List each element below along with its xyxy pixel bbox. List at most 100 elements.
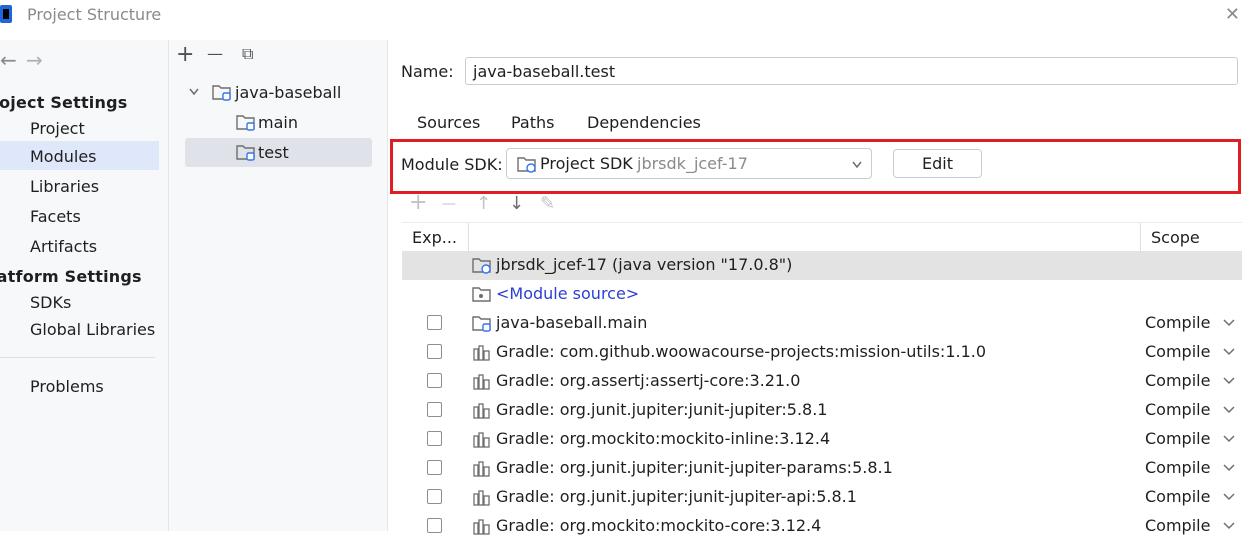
tree-item-main[interactable]: main	[258, 113, 298, 132]
dependency-scope[interactable]: Compile	[1145, 458, 1210, 477]
scope-column-header[interactable]: Scope	[1151, 228, 1200, 247]
dependency-row[interactable]: Gradle: org.assertj:assertj-core:3.21.0 C…	[402, 367, 1242, 396]
add-module-icon[interactable]: +	[176, 42, 194, 67]
dependency-row[interactable]: Gradle: org.mockito:mockito-core:3.12.4 C…	[402, 512, 1242, 541]
library-icon	[473, 403, 490, 419]
tab-paths[interactable]: Paths	[511, 113, 554, 132]
library-icon	[473, 519, 490, 535]
remove-module-icon[interactable]: —	[207, 44, 223, 63]
move-up-icon[interactable]: ↑	[476, 193, 491, 214]
dependency-name: Gradle: org.mockito:mockito-inline:3.12.…	[496, 429, 831, 448]
module-folder-icon	[472, 316, 491, 332]
chevron-down-icon[interactable]	[1222, 432, 1236, 446]
sdk-value: Project SDK	[540, 154, 633, 173]
sidebar-item-artifacts[interactable]: Artifacts	[30, 237, 97, 256]
chevron-down-icon[interactable]	[188, 86, 200, 98]
module-folder-icon	[236, 115, 255, 131]
library-icon	[473, 490, 490, 506]
dependency-name: java-baseball.main	[496, 313, 648, 332]
sidebar-item-sdks[interactable]: SDKs	[30, 293, 71, 312]
sidebar-divider	[0, 357, 155, 358]
platform-settings-header: latform Settings	[0, 267, 142, 286]
module-folder-icon	[236, 145, 255, 161]
sidebar-item-problems[interactable]: Problems	[30, 377, 104, 396]
dependency-scope[interactable]: Compile	[1145, 516, 1210, 535]
window-title: Project Structure	[27, 5, 162, 24]
export-checkbox[interactable]	[427, 344, 442, 359]
dependencies-table-header: Exp... Scope	[402, 222, 1242, 252]
sidebar-item-libraries[interactable]: Libraries	[30, 177, 99, 196]
sdk-folder-icon	[517, 157, 536, 173]
app-logo-icon	[0, 5, 12, 23]
remove-dependency-icon[interactable]: —	[442, 196, 456, 212]
tree-item-java-baseball[interactable]: java-baseball	[235, 83, 341, 102]
export-column-header[interactable]: Exp...	[412, 228, 457, 247]
edit-sdk-button[interactable]: Edit	[893, 149, 982, 178]
tab-sources[interactable]: Sources	[417, 113, 480, 132]
dependency-row[interactable]: Gradle: com.github.woowacourse-projects:…	[402, 338, 1242, 367]
chevron-down-icon[interactable]	[1222, 461, 1236, 475]
dependency-row[interactable]: Gradle: org.mockito:mockito-inline:3.12.…	[402, 425, 1242, 454]
column-divider	[468, 223, 469, 251]
dependency-scope[interactable]: Compile	[1145, 342, 1210, 361]
project-settings-header: roject Settings	[0, 93, 128, 112]
library-icon	[473, 461, 490, 477]
chevron-down-icon[interactable]	[1222, 403, 1236, 417]
export-checkbox[interactable]	[427, 460, 442, 475]
tree-item-test[interactable]: test	[258, 143, 289, 162]
add-dependency-icon[interactable]: +	[409, 190, 427, 215]
dependency-scope[interactable]: Compile	[1145, 487, 1210, 506]
dependency-scope[interactable]: Compile	[1145, 313, 1210, 332]
chevron-down-icon[interactable]	[1222, 374, 1236, 388]
module-sdk-dropdown[interactable]: Project SDK jbrsdk_jcef-17	[506, 148, 872, 179]
export-checkbox[interactable]	[427, 489, 442, 504]
move-down-icon[interactable]: ↓	[509, 193, 524, 214]
forward-arrow-icon[interactable]: →	[26, 48, 43, 72]
sidebar-item-facets[interactable]: Facets	[30, 207, 81, 226]
sidebar-item-global-libraries[interactable]: Global Libraries	[30, 320, 155, 339]
dependency-name: jbrsdk_jcef-17 (java version "17.0.8")	[496, 255, 793, 274]
module-source-icon	[472, 287, 491, 302]
export-checkbox[interactable]	[427, 431, 442, 446]
export-checkbox[interactable]	[427, 402, 442, 417]
dependency-row[interactable]: jbrsdk_jcef-17 (java version "17.0.8")	[402, 251, 1242, 280]
dependency-scope[interactable]: Compile	[1145, 429, 1210, 448]
module-folder-icon	[212, 85, 231, 101]
library-icon	[473, 432, 490, 448]
dependency-name: Gradle: org.assertj:assertj-core:3.21.0	[496, 371, 801, 390]
chevron-down-icon	[852, 161, 862, 169]
dependency-name: Gradle: org.junit.jupiter:junit-jupiter:…	[496, 400, 828, 419]
dependency-name: Gradle: org.junit.jupiter:junit-jupiter-…	[496, 458, 893, 477]
dependency-row[interactable]: Gradle: org.junit.jupiter:junit-jupiter:…	[402, 396, 1242, 425]
dependency-row[interactable]: Gradle: org.junit.jupiter:junit-jupiter-…	[402, 483, 1242, 512]
module-name-input[interactable]: java-baseball.test	[465, 57, 1238, 85]
module-sdk-label: Module SDK:	[401, 155, 503, 174]
tab-dependencies[interactable]: Dependencies	[587, 113, 701, 132]
sidebar-item-project[interactable]: Project	[30, 119, 85, 138]
dependency-name: Gradle: org.mockito:mockito-core:3.12.4	[496, 516, 822, 535]
copy-module-icon[interactable]: ⧉	[242, 44, 253, 64]
library-icon	[473, 374, 490, 390]
dependency-name: Gradle: com.github.woowacourse-projects:…	[496, 342, 987, 361]
sdk-value-hint: jbrsdk_jcef-17	[637, 154, 748, 173]
sdk-folder-icon	[472, 258, 491, 274]
title-bar: Project Structure ✕	[0, 0, 1246, 30]
close-icon[interactable]: ✕	[1225, 4, 1240, 25]
back-arrow-icon[interactable]: ←	[0, 48, 17, 72]
chevron-down-icon[interactable]	[1222, 316, 1236, 330]
column-divider	[1140, 223, 1141, 251]
dependency-row[interactable]: Gradle: org.junit.jupiter:junit-jupiter-…	[402, 454, 1242, 483]
chevron-down-icon[interactable]	[1222, 490, 1236, 504]
dependency-name: <Module source>	[496, 284, 640, 303]
name-label: Name:	[401, 62, 454, 81]
export-checkbox[interactable]	[427, 315, 442, 330]
library-icon	[473, 345, 490, 361]
edit-dependency-icon[interactable]: ✎	[540, 193, 555, 214]
export-checkbox[interactable]	[427, 373, 442, 388]
dependency-row[interactable]: <Module source>	[402, 280, 1242, 309]
sidebar-item-modules[interactable]: Modules	[30, 147, 97, 166]
dependency-row[interactable]: java-baseball.main Compile	[402, 309, 1242, 338]
chevron-down-icon[interactable]	[1222, 345, 1236, 359]
dependency-scope[interactable]: Compile	[1145, 400, 1210, 419]
dependency-scope[interactable]: Compile	[1145, 371, 1210, 390]
